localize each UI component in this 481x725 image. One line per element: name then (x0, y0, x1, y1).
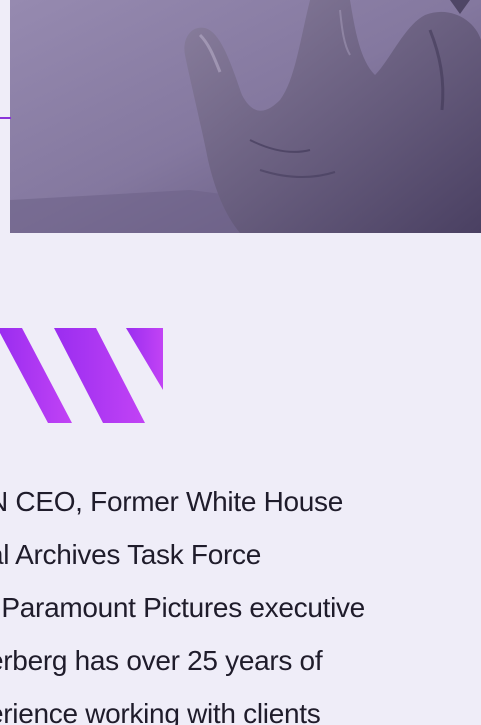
bio-line: al Archives Task Force (0, 539, 261, 570)
hand-photo (10, 0, 481, 233)
diagonal-stripes-graphic (0, 328, 163, 423)
bio-line: erberg has over 25 years of (0, 645, 323, 676)
page: N CEO, Former White House al Archives Ta… (0, 0, 481, 725)
bio-text: N CEO, Former White House al Archives Ta… (0, 475, 481, 725)
accent-line (0, 117, 11, 119)
bio-line: l Paramount Pictures executive (0, 592, 365, 623)
bio-line: erience working with clients (0, 698, 321, 725)
bio-line: N CEO, Former White House (0, 486, 344, 517)
